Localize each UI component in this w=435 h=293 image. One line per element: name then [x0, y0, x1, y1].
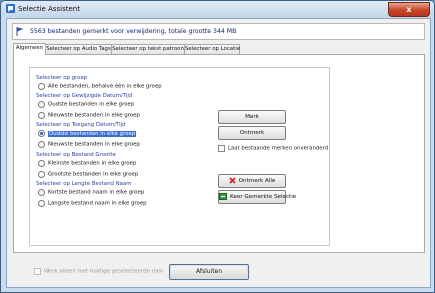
checkbox-box — [218, 145, 225, 152]
tab-text-pattern[interactable]: Selecteer op tekst patroon — [111, 44, 185, 54]
radio-all-except-one[interactable]: Alle bestanden, behalve één in elke groe… — [38, 82, 162, 90]
section-heading-group: Selecteer op groep — [36, 75, 88, 81]
window-title: Selectie Assistent — [18, 5, 80, 13]
radio-accessed-oldest[interactable]: Oudste bestanden in elke groep — [38, 129, 137, 137]
radio-name-longest[interactable]: Langste bestand naam in elke groep — [38, 199, 147, 207]
tab-audio-tags[interactable]: Selecteer op Audio Tags — [45, 44, 112, 54]
section-heading-modified: Selecteer op Gewijzigde Datum/Tijd — [36, 93, 133, 99]
summary-text: 5563 bestanden gemerkt voor verwijdering… — [30, 28, 237, 35]
section-heading-size: Selecteer op Bestand Grootte — [36, 152, 116, 158]
radio-modified-newest[interactable]: Nieuwste bestanden in elke groep — [38, 111, 140, 119]
radio-indicator — [38, 170, 45, 178]
radio-accessed-newest[interactable]: Nieuwste bestanden in elke groep — [38, 140, 140, 148]
flag-icon — [16, 27, 24, 36]
leave-marked-checkbox[interactable]: Laat bestaande merken onveranderd — [218, 145, 328, 152]
red-x-icon — [229, 177, 236, 184]
radio-indicator — [38, 199, 45, 207]
dialog-body: 5563 bestanden gemerkt voor verwijdering… — [6, 18, 431, 288]
summary-bar: 5563 bestanden gemerkt voor verwijdering… — [12, 23, 425, 40]
radio-modified-oldest[interactable]: Oudste bestanden in elke groep — [38, 100, 134, 108]
selection-assistant-window: Selectie Assistent x 5563 bestanden geme… — [0, 0, 435, 293]
app-icon — [6, 4, 15, 13]
current-rows-only-checkbox[interactable]: Werk alleen met huidige geselecteerde ri… — [34, 268, 163, 275]
section-heading-accessed: Selecteer op Toegang Datum/Tijd — [36, 122, 126, 128]
radio-indicator — [38, 129, 45, 137]
title-bar[interactable]: Selectie Assistent x — [1, 1, 434, 17]
radio-indicator — [38, 111, 45, 119]
invert-selection-button[interactable]: Keer Gemerkte Selectie — [218, 190, 296, 204]
section-heading-name-length: Selecteer op Lengte Bestand Naam — [36, 181, 132, 187]
radio-indicator — [38, 140, 45, 148]
radio-name-shortest[interactable]: Kortste bestand naam in elke groep — [38, 188, 144, 196]
unmark-button[interactable]: Ontmerk — [218, 126, 286, 140]
tab-general[interactable]: Algemeen — [13, 43, 46, 55]
invert-selection-icon — [219, 193, 227, 200]
tab-panel-general: Selecteer op groep Alle bestanden, behal… — [13, 54, 425, 253]
checkbox-box — [34, 268, 41, 275]
mark-button[interactable]: Merk — [218, 110, 286, 124]
close-dialog-button[interactable]: Afsluiten — [169, 264, 249, 280]
radio-size-largest[interactable]: Grootste bestanden in elke groep — [38, 170, 138, 178]
radio-size-smallest[interactable]: Kleinste bestanden in elke groep — [38, 159, 136, 167]
unmark-all-button[interactable]: Ontmerk Alle — [218, 174, 286, 188]
radio-indicator — [38, 82, 45, 90]
selection-criteria-group: Selecteer op groep Alle bestanden, behal… — [29, 67, 330, 246]
radio-indicator — [38, 159, 45, 167]
radio-indicator — [38, 100, 45, 108]
radio-indicator — [38, 188, 45, 196]
close-button[interactable]: x — [388, 2, 430, 17]
tab-location[interactable]: Selecteer op Locatie — [184, 44, 240, 54]
